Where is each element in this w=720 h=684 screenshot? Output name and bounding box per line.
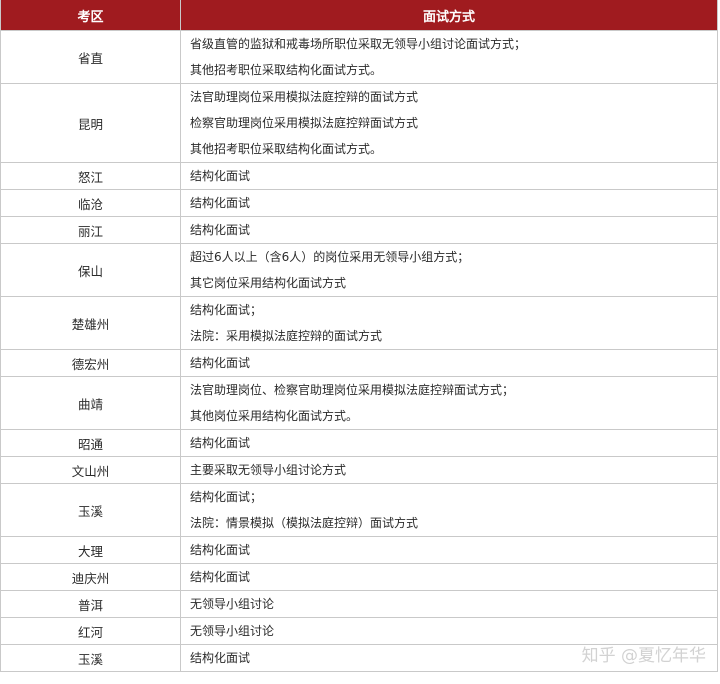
table-row: 临沧 结构化面试 bbox=[0, 189, 718, 217]
region-cell: 昭通 bbox=[0, 429, 181, 457]
method-line: 结构化面试 bbox=[190, 196, 251, 210]
region-cell: 省直 bbox=[0, 30, 181, 84]
method-line: 法院：情景模拟（模拟法庭控辩）面试方式 bbox=[190, 516, 419, 530]
method-line: 结构化面试 bbox=[190, 570, 251, 584]
method-line: 其它岗位采用结构化面试方式 bbox=[190, 276, 347, 290]
table-row: 普洱 无领导小组讨论 bbox=[0, 590, 718, 618]
method-line: 主要采取无领导小组讨论方式 bbox=[190, 463, 347, 477]
column-header-region: 考区 bbox=[0, 0, 181, 31]
table-row: 怒江 结构化面试 bbox=[0, 162, 718, 190]
region-cell: 临沧 bbox=[0, 189, 181, 217]
method-cell: 结构化面试； 法院：采用模拟法庭控辩的面试方式 bbox=[180, 296, 718, 350]
method-line: 结构化面试 bbox=[190, 223, 251, 237]
region-cell: 丽江 bbox=[0, 216, 181, 244]
method-line: 其他岗位采用结构化面试方式。 bbox=[190, 409, 359, 423]
table-row: 德宏州 结构化面试 bbox=[0, 349, 718, 377]
table-row: 省直 省级直管的监狱和戒毒场所职位采取无领导小组讨论面试方式； 其他招考职位采取结构… bbox=[0, 30, 718, 84]
region-cell: 普洱 bbox=[0, 590, 181, 618]
region-cell: 迪庆州 bbox=[0, 563, 181, 591]
method-line: 结构化面试； bbox=[190, 490, 263, 504]
method-cell: 主要采取无领导小组讨论方式 bbox=[180, 456, 718, 484]
region-cell: 文山州 bbox=[0, 456, 181, 484]
method-line: 法官助理岗位采用模拟法庭控辩的面试方式 bbox=[190, 90, 419, 104]
method-line: 法官助理岗位、检察官助理岗位采用模拟法庭控辩面试方式； bbox=[190, 383, 515, 397]
method-line: 结构化面试 bbox=[190, 356, 251, 370]
method-line: 省级直管的监狱和戒毒场所职位采取无领导小组讨论面试方式； bbox=[190, 37, 527, 51]
method-line: 超过6人以上（含6人）的岗位采用无领导小组方式； bbox=[190, 250, 470, 264]
table-row: 楚雄州 结构化面试； 法院：采用模拟法庭控辩的面试方式 bbox=[0, 296, 718, 350]
method-cell: 结构化面试 bbox=[180, 429, 718, 457]
region-cell: 昆明 bbox=[0, 83, 181, 163]
table-row: 大理 结构化面试 bbox=[0, 536, 718, 564]
table-row: 曲靖 法官助理岗位、检察官助理岗位采用模拟法庭控辩面试方式； 其他岗位采用结构化面试… bbox=[0, 376, 718, 430]
method-cell: 结构化面试 bbox=[180, 162, 718, 190]
interview-method-table: 考区 面试方式 省直 省级直管的监狱和戒毒场所职位采取无领导小组讨论面试方式； 其他… bbox=[0, 0, 718, 672]
method-cell: 法官助理岗位采用模拟法庭控辩的面试方式 检察官助理岗位采用模拟法庭控辩面试方式 其他… bbox=[180, 83, 718, 163]
region-cell: 怒江 bbox=[0, 162, 181, 190]
region-cell: 红河 bbox=[0, 617, 181, 645]
method-line: 结构化面试 bbox=[190, 543, 251, 557]
watermark: 知乎 @夏忆年华 bbox=[581, 646, 706, 666]
region-cell: 大理 bbox=[0, 536, 181, 564]
method-cell: 结构化面试 bbox=[180, 349, 718, 377]
method-cell: 超过6人以上（含6人）的岗位采用无领导小组方式； 其它岗位采用结构化面试方式 bbox=[180, 243, 718, 297]
table-row: 保山 超过6人以上（含6人）的岗位采用无领导小组方式； 其它岗位采用结构化面试方式 bbox=[0, 243, 718, 297]
region-cell: 楚雄州 bbox=[0, 296, 181, 350]
method-cell: 结构化面试； 法院：情景模拟（模拟法庭控辩）面试方式 bbox=[180, 483, 718, 537]
region-cell: 保山 bbox=[0, 243, 181, 297]
table-row: 昭通 结构化面试 bbox=[0, 429, 718, 457]
method-line: 结构化面试 bbox=[190, 169, 251, 183]
table-body: 省直 省级直管的监狱和戒毒场所职位采取无领导小组讨论面试方式； 其他招考职位采取结构… bbox=[0, 30, 718, 672]
method-cell: 结构化面试 bbox=[180, 189, 718, 217]
table-row: 昆明 法官助理岗位采用模拟法庭控辩的面试方式 检察官助理岗位采用模拟法庭控辩面试方式… bbox=[0, 83, 718, 163]
table-row: 迪庆州 结构化面试 bbox=[0, 563, 718, 591]
method-line: 法院：采用模拟法庭控辩的面试方式 bbox=[190, 329, 383, 343]
region-cell: 曲靖 bbox=[0, 376, 181, 430]
method-cell: 省级直管的监狱和戒毒场所职位采取无领导小组讨论面试方式； 其他招考职位采取结构化面… bbox=[180, 30, 718, 84]
method-cell: 结构化面试 bbox=[180, 536, 718, 564]
region-cell: 玉溪 bbox=[0, 644, 181, 672]
method-cell: 结构化面试 bbox=[180, 216, 718, 244]
method-line: 结构化面试 bbox=[190, 436, 251, 450]
region-cell: 玉溪 bbox=[0, 483, 181, 537]
method-line: 结构化面试； bbox=[190, 303, 263, 317]
table-row: 玉溪 结构化面试； 法院：情景模拟（模拟法庭控辩）面试方式 bbox=[0, 483, 718, 537]
column-header-method: 面试方式 bbox=[180, 0, 718, 31]
method-cell: 法官助理岗位、检察官助理岗位采用模拟法庭控辩面试方式； 其他岗位采用结构化面试方式… bbox=[180, 376, 718, 430]
method-line: 其他招考职位采取结构化面试方式。 bbox=[190, 63, 383, 77]
method-cell: 无领导小组讨论 bbox=[180, 590, 718, 618]
table-header-row: 考区 面试方式 bbox=[0, 0, 718, 31]
method-line: 检察官助理岗位采用模拟法庭控辩面试方式 bbox=[190, 116, 419, 130]
table-row: 文山州 主要采取无领导小组讨论方式 bbox=[0, 456, 718, 484]
method-line: 无领导小组讨论 bbox=[190, 597, 275, 611]
method-line: 其他招考职位采取结构化面试方式。 bbox=[190, 142, 383, 156]
table-row: 丽江 结构化面试 bbox=[0, 216, 718, 244]
method-cell: 结构化面试 bbox=[180, 563, 718, 591]
region-cell: 德宏州 bbox=[0, 349, 181, 377]
